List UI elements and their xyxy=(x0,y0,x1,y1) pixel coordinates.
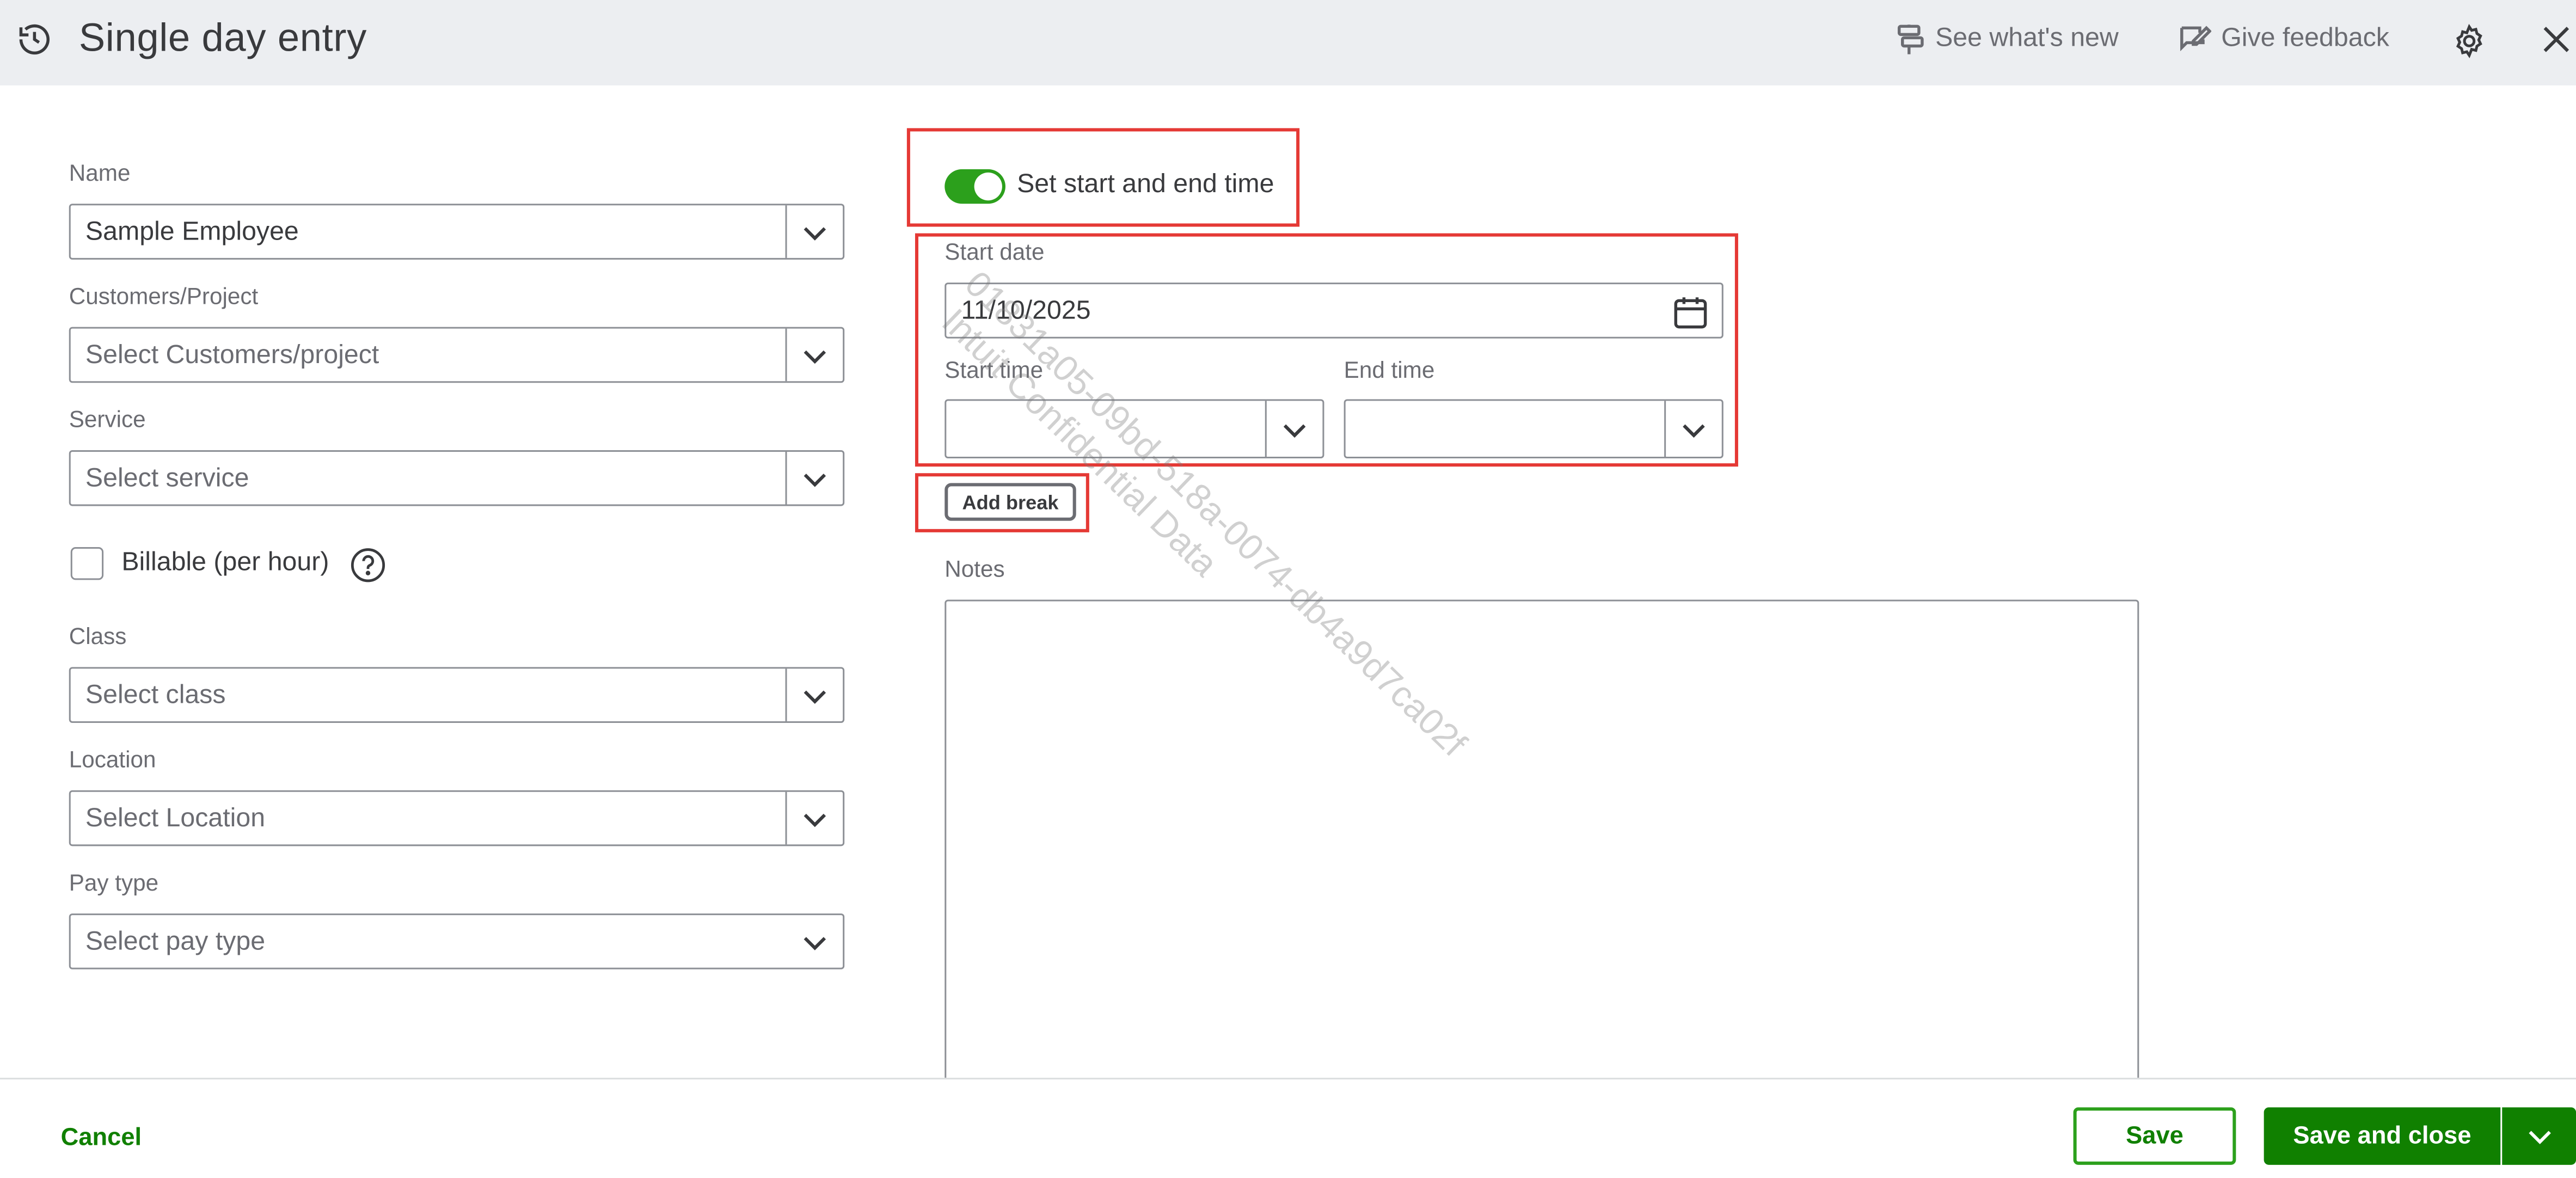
help-circle-icon[interactable] xyxy=(350,547,386,583)
notes-label: Notes xyxy=(944,555,1005,582)
dialog-footer: Cancel Save Save and close xyxy=(0,1077,2576,1178)
customer-label: Customers/Project xyxy=(69,283,259,309)
end-time-label: End time xyxy=(1344,356,1435,383)
name-select[interactable]: Sample Employee xyxy=(69,204,845,260)
location-select[interactable]: Select Location xyxy=(69,790,845,846)
start-end-time-toggle[interactable] xyxy=(944,169,1005,204)
select-divider xyxy=(1664,401,1666,457)
class-label: Class xyxy=(69,622,127,649)
name-label: Name xyxy=(69,159,131,186)
gear-icon[interactable] xyxy=(2451,23,2487,59)
chevron-down-icon[interactable] xyxy=(800,342,830,371)
add-break-button[interactable]: Add break xyxy=(944,483,1076,521)
signpost-icon xyxy=(1896,23,1925,56)
class-placeholder: Select class xyxy=(85,682,226,710)
select-divider xyxy=(785,205,787,258)
customer-placeholder: Select Customers/project xyxy=(85,341,379,370)
location-label: Location xyxy=(69,746,156,772)
whats-new-link[interactable]: See what's new xyxy=(1896,23,2119,56)
class-select[interactable]: Select class xyxy=(69,667,845,723)
start-date-label: Start date xyxy=(944,238,1045,265)
select-divider xyxy=(785,328,787,382)
customer-select[interactable]: Select Customers/project xyxy=(69,327,845,383)
notes-textarea[interactable] xyxy=(944,599,2139,1093)
give-feedback-link[interactable]: Give feedback xyxy=(2177,23,2389,56)
chevron-down-icon xyxy=(2524,1121,2554,1151)
service-select[interactable]: Select service xyxy=(69,450,845,506)
service-placeholder: Select service xyxy=(85,465,249,493)
paytype-select[interactable]: Select pay type xyxy=(69,913,845,970)
chevron-down-icon[interactable] xyxy=(800,465,830,494)
name-value: Sample Employee xyxy=(85,218,299,247)
chevron-down-icon[interactable] xyxy=(800,682,830,711)
select-divider xyxy=(1265,401,1267,457)
service-label: Service xyxy=(69,406,146,432)
chevron-down-icon[interactable] xyxy=(1679,416,1708,445)
billable-label: Billable (per hour) xyxy=(121,549,329,577)
single-day-entry-dialog: Single day entry See what's new Give fee… xyxy=(0,0,2576,1178)
calendar-icon[interactable] xyxy=(1672,294,1708,330)
chevron-down-icon[interactable] xyxy=(1280,416,1309,445)
select-divider xyxy=(785,451,787,505)
location-placeholder: Select Location xyxy=(85,805,266,833)
billable-checkbox[interactable] xyxy=(70,547,104,580)
start-date-field[interactable]: 11/10/2025 xyxy=(944,283,1724,339)
save-button[interactable]: Save xyxy=(2073,1107,2236,1165)
close-icon[interactable] xyxy=(2542,24,2571,54)
end-time-select[interactable] xyxy=(1344,399,1724,459)
chevron-down-icon[interactable] xyxy=(800,805,830,835)
paytype-label: Pay type xyxy=(69,869,159,895)
cancel-button[interactable]: Cancel xyxy=(61,1124,142,1151)
feedback-icon xyxy=(2177,23,2212,56)
chevron-down-icon[interactable] xyxy=(800,928,830,958)
save-and-close-button[interactable]: Save and close xyxy=(2264,1107,2501,1165)
toggle-knob xyxy=(974,172,1002,201)
feedback-label: Give feedback xyxy=(2221,24,2389,53)
dialog-header: Single day entry See what's new Give fee… xyxy=(0,0,2576,85)
toggle-label: Set start and end time xyxy=(1017,170,1274,199)
select-divider xyxy=(785,792,787,845)
save-options-dropdown[interactable] xyxy=(2502,1107,2576,1165)
whats-new-label: See what's new xyxy=(1935,24,2119,53)
paytype-placeholder: Select pay type xyxy=(85,928,266,956)
page-title: Single day entry xyxy=(78,16,367,61)
chevron-down-icon[interactable] xyxy=(800,218,830,248)
history-icon[interactable] xyxy=(16,21,52,57)
select-divider xyxy=(785,668,787,721)
